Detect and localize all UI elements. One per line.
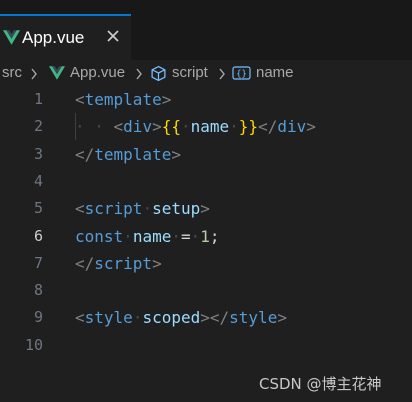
code-line[interactable]: 1 <template> [0, 86, 412, 113]
code-token: > [171, 144, 181, 164]
tab-bar: App.vue [0, 14, 412, 60]
braces-icon: {} [232, 66, 251, 80]
cube-icon [151, 65, 166, 82]
code-line[interactable]: 9 <style·scoped></style> [0, 304, 412, 331]
code-line[interactable]: 2 · · <div>{{·name·}}</div> [0, 113, 412, 141]
line-number: 7 [33, 253, 43, 272]
code-token: setup [152, 199, 201, 219]
code-token: < [75, 308, 85, 328]
watermark: CSDN @博主花神 [259, 375, 382, 393]
svg-text:{}: {} [236, 70, 247, 80]
code-token: < [75, 90, 85, 109]
code-line[interactable]: 8 [0, 277, 412, 304]
code-token: </ [75, 253, 95, 273]
code-token: name [132, 226, 172, 246]
code-token: </ [75, 144, 95, 164]
vue-icon [49, 66, 65, 80]
breadcrumb-src[interactable]: src [2, 64, 22, 81]
chevron-right-icon [136, 68, 142, 80]
breadcrumb-section[interactable]: script [172, 64, 208, 81]
code-token: · · [75, 117, 114, 137]
title-strip [0, 0, 412, 14]
code-token: · [132, 308, 143, 328]
code-text: <template> [75, 86, 171, 113]
code-editor[interactable]: 1 <template> 2 · · <div>{{·name·}}</div> 3 </… [0, 86, 412, 402]
code-token: > [200, 199, 210, 219]
code-token: ; [209, 226, 220, 246]
line-number: 2 [33, 117, 43, 136]
code-token: 1 [200, 226, 210, 246]
code-token: style [84, 308, 133, 328]
code-token: div [123, 117, 153, 137]
line-number: 1 [33, 90, 43, 108]
line-number: 9 [33, 308, 43, 327]
tab-app-vue[interactable]: App.vue [0, 14, 131, 60]
code-token: </ [258, 117, 278, 137]
code-token: const [75, 226, 124, 246]
code-token: > [277, 308, 287, 328]
tab-label: App.vue [22, 28, 85, 47]
code-text: const·name·=·1; [75, 223, 220, 250]
code-line[interactable]: 7 </script> [0, 250, 412, 277]
code-token: · [229, 117, 239, 137]
code-token: script [84, 199, 143, 219]
code-token: · [142, 199, 153, 219]
line-number: 5 [33, 199, 43, 218]
code-token: style [229, 308, 278, 328]
breadcrumb-file[interactable]: App.vue [70, 64, 125, 81]
code-token: > [161, 90, 172, 109]
code-line[interactable]: 5 <script·setup> [0, 195, 412, 222]
code-token: = [180, 226, 191, 246]
chevron-right-icon [219, 68, 225, 80]
code-token: {{ [161, 117, 181, 137]
code-token: name [190, 117, 230, 137]
code-token: }} [238, 117, 259, 137]
code-text: <style·scoped></style> [75, 304, 287, 331]
code-token: · [171, 226, 181, 246]
code-token: template [84, 90, 162, 109]
code-token: · [123, 226, 133, 246]
line-number: 3 [33, 144, 43, 163]
code-line[interactable]: 10 [0, 332, 412, 359]
breadcrumb: src App.vue script {} name [0, 60, 412, 86]
code-text: · · <div>{{·name·}}</div> [75, 113, 316, 140]
code-token: > [152, 117, 162, 137]
code-text: </template> [75, 141, 181, 168]
code-text: </script> [75, 250, 162, 277]
code-token: > [152, 253, 162, 273]
breadcrumb-symbol[interactable]: name [256, 64, 294, 81]
code-token: > [306, 117, 316, 137]
code-token: · [190, 226, 201, 246]
close-icon[interactable] [103, 26, 123, 46]
code-token: div [277, 117, 307, 137]
code-token: · [180, 117, 191, 137]
code-line[interactable]: 6 const·name·=·1; [0, 223, 412, 250]
code-token: < [75, 199, 85, 219]
code-token: scoped [142, 308, 201, 328]
code-text: <script·setup> [75, 195, 210, 222]
line-number: 8 [33, 281, 43, 300]
line-number: 6 [33, 226, 43, 245]
code-token: template [94, 144, 172, 164]
code-line[interactable]: 3 </template> [0, 141, 412, 168]
vue-icon [3, 30, 20, 45]
chevron-right-icon [31, 68, 37, 80]
line-number: 4 [33, 171, 43, 190]
code-token: script [94, 253, 153, 273]
code-token: ></ [200, 308, 230, 328]
line-number: 10 [24, 335, 43, 354]
code-token: < [113, 117, 124, 137]
code-line[interactable]: 4 [0, 168, 412, 195]
